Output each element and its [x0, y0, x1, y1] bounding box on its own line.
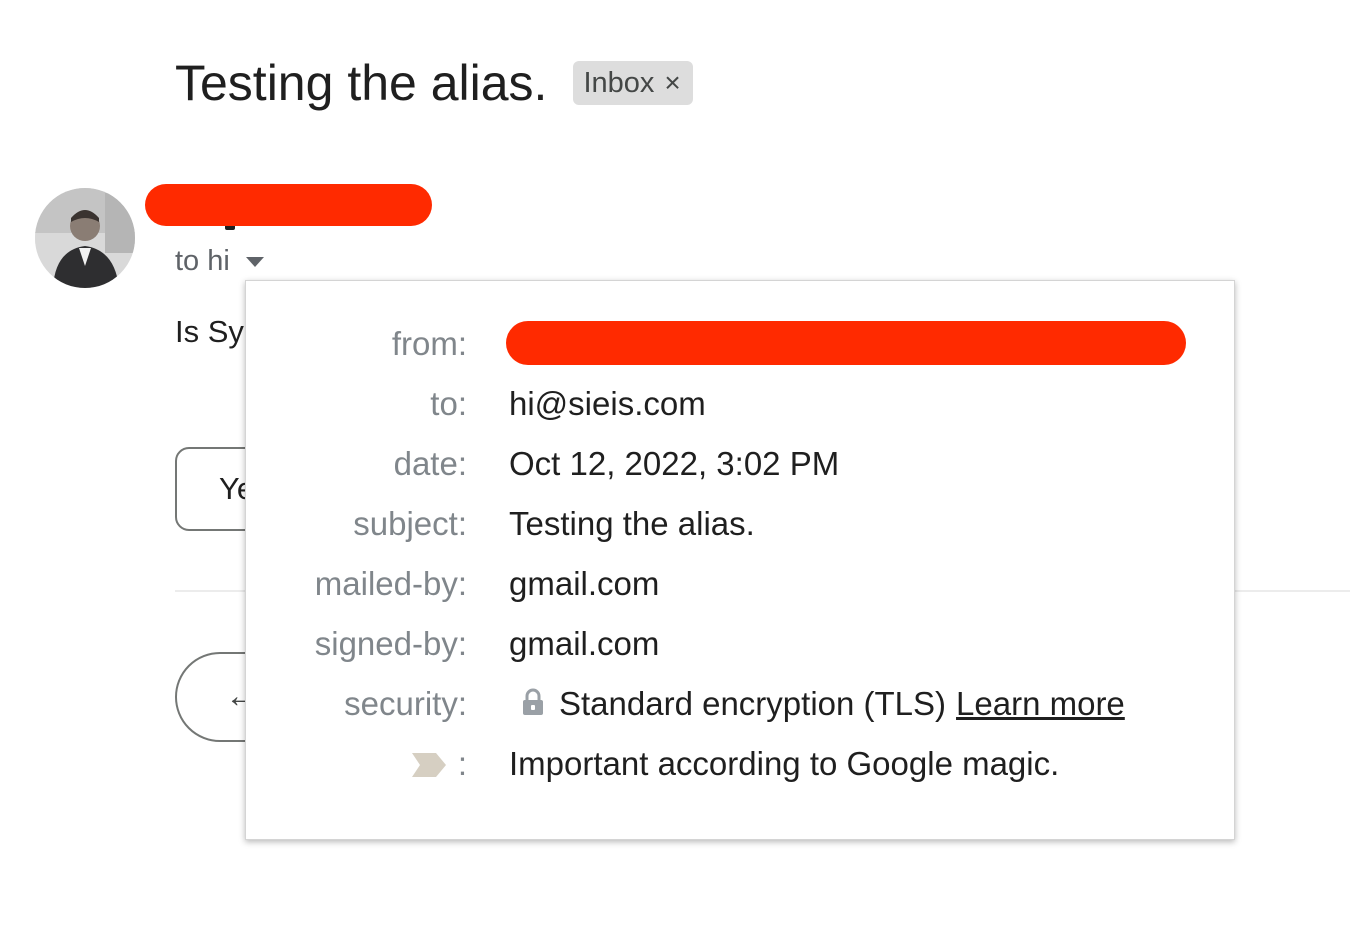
details-row-signed-by: signed-by: gmail.com [246, 614, 1234, 674]
avatar-photo-icon [35, 188, 135, 288]
details-row-subject: subject: Testing the alias. [246, 494, 1234, 554]
chevron-down-icon[interactable] [245, 256, 264, 267]
learn-more-link[interactable]: Learn more [956, 685, 1125, 722]
remove-label-icon[interactable]: × [664, 69, 680, 97]
importance-colon: : [457, 745, 467, 782]
recipient-summary: to hi [175, 245, 264, 278]
details-row-to: to: hi@sieis.com [246, 374, 1234, 434]
sender-name-redaction [145, 184, 432, 226]
details-row-importance: : Important according to Google magic. [246, 734, 1234, 794]
to-value: hi@sieis.com [509, 385, 706, 422]
mailed-by-label: mailed-by: [314, 565, 467, 602]
email-view: Testing the alias. Inbox × to hi Is Sy Y… [0, 0, 1350, 952]
details-row-mailed-by: mailed-by: gmail.com [246, 554, 1234, 614]
recipient-summary-text: to hi [175, 245, 230, 277]
from-label: from: [391, 325, 467, 362]
label-chip-text: Inbox [583, 66, 655, 99]
importance-marker-icon [411, 736, 448, 796]
date-label: date: [393, 445, 467, 482]
mailed-by-value: gmail.com [509, 565, 660, 602]
signed-by-value: gmail.com [509, 625, 660, 662]
date-value: Oct 12, 2022, 3:02 PM [509, 445, 840, 482]
message-body: Is Sy [175, 314, 244, 349]
from-address-redaction [506, 321, 1186, 365]
label-chip-inbox[interactable]: Inbox × [573, 61, 693, 105]
avatar[interactable] [35, 188, 135, 288]
lock-icon [521, 676, 545, 736]
importance-label: : [411, 734, 467, 796]
security-label: security: [344, 685, 467, 722]
subject-value: Testing the alias. [509, 505, 755, 542]
subject-header: Testing the alias. Inbox × [175, 52, 693, 114]
to-label: to: [430, 385, 467, 422]
security-value: Standard encryption (TLS) [559, 685, 947, 722]
security-value-group: Standard encryption (TLS) Learn more [509, 674, 1125, 736]
importance-value: Important according to Google magic. [509, 745, 1060, 782]
subject-title: Testing the alias. [175, 55, 548, 111]
message-details-popup: from: to: hi@sieis.com date: Oct 12, 202… [245, 280, 1235, 840]
details-row-security: security: Standard encryption (TLS) Learn… [246, 674, 1234, 734]
details-row-date: date: Oct 12, 2022, 3:02 PM [246, 434, 1234, 494]
subject-label: subject: [353, 505, 467, 542]
signed-by-label: signed-by: [314, 625, 467, 662]
